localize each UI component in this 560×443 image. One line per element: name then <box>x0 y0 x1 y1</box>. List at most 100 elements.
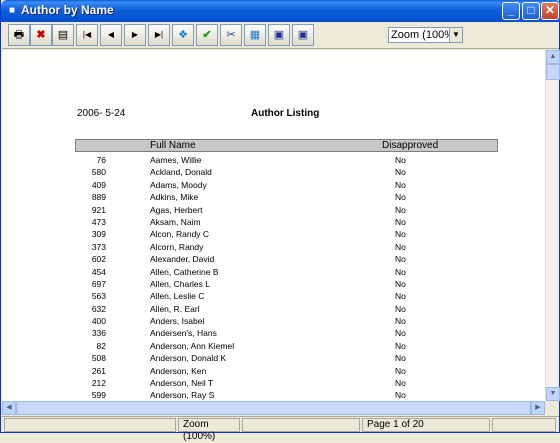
maximize-button[interactable]: □ <box>522 2 540 20</box>
row-disapproved: No <box>395 316 406 327</box>
horizontal-scroll-thumb[interactable] <box>16 401 531 415</box>
table-row: 602 Alexander, David No <box>2 253 545 265</box>
save-icon[interactable]: ▣ <box>268 24 290 46</box>
table-row: 563 Allen, Leslie C No <box>2 290 545 302</box>
row-disapproved: No <box>395 155 406 165</box>
status-zoom: Zoom (100%) <box>178 418 240 442</box>
table-row: 409 Adams, Moody No <box>2 179 545 191</box>
table-row: 76 Aames, Willie No <box>2 154 545 166</box>
app-icon: ■ <box>8 5 16 16</box>
first-page-icon[interactable]: |◀ <box>76 24 98 46</box>
close-button[interactable]: ✕ <box>541 2 559 20</box>
table-row: 82 Anderson, Ann Kiemel No <box>2 340 545 352</box>
row-id: 563 <box>91 291 106 302</box>
next-page-icon[interactable]: ▶ <box>124 24 146 46</box>
row-disapproved: No <box>395 229 406 240</box>
row-full-name: Anderson, Neil T <box>150 378 214 389</box>
row-id: 400 <box>91 316 106 327</box>
row-disapproved: No <box>395 254 406 265</box>
row-full-name: Allen, R. Earl <box>150 303 200 314</box>
horizontal-scrollbar[interactable]: ◀ ▶ <box>2 401 545 415</box>
checkmark-icon[interactable]: ✔ <box>196 24 218 46</box>
save-as-icon[interactable]: ▣ <box>292 24 314 46</box>
table-row: 632 Allen, R. Earl No <box>2 303 545 315</box>
table-row: 373 Alcorn, Randy No <box>2 241 545 253</box>
column-header-row: Full Name Disapproved <box>75 139 498 152</box>
table-row: 261 Anderson, Ken No <box>2 365 545 377</box>
row-id: 921 <box>91 204 106 215</box>
row-full-name: Anders, Isabel <box>150 316 205 327</box>
row-disapproved: No <box>395 353 406 364</box>
row-full-name: Anderson, Ken <box>150 365 207 376</box>
table-row: 697 Allen, Charles L No <box>2 278 545 290</box>
row-disapproved: No <box>395 204 406 215</box>
column-header-full-name: Full Name <box>150 140 196 151</box>
print-icon[interactable]: 🖶 <box>8 24 30 46</box>
vertical-scroll-thumb[interactable] <box>546 64 560 80</box>
row-full-name: Allen, Leslie C <box>150 291 205 302</box>
report-preview-window: ■ Author by Name _ □ ✕ 🖶 ✖ ▤ |◀ ◀ ▶ ▶| ❖… <box>0 0 560 442</box>
row-id: 454 <box>91 266 106 277</box>
vertical-scrollbar[interactable]: ▲ ▼ <box>545 50 560 401</box>
table-row: 889 Adkins, Mike No <box>2 191 545 203</box>
row-id: 409 <box>91 179 106 190</box>
row-disapproved: No <box>395 340 406 351</box>
status-page: Page 1 of 20 <box>362 418 490 432</box>
report-title: Author Listing <box>251 108 320 119</box>
scroll-right-icon[interactable]: ▶ <box>531 401 545 415</box>
window-title: Author by Name <box>21 3 114 17</box>
last-page-icon[interactable]: ▶| <box>148 24 170 46</box>
table-row: 309 Alcon, Randy C No <box>2 228 545 240</box>
zoom-select[interactable]: Zoom (100%) ▼ <box>388 27 463 43</box>
row-id: 697 <box>91 278 106 289</box>
row-full-name: Anderson, Ann Kiemel <box>150 340 235 351</box>
row-full-name: Alexander, David <box>150 254 215 265</box>
previous-page-icon[interactable]: ◀ <box>100 24 122 46</box>
row-full-name: Alcon, Randy C <box>150 229 210 240</box>
grid-icon[interactable]: ▦ <box>244 24 266 46</box>
row-id: 373 <box>91 241 106 252</box>
chevron-down-icon[interactable]: ▼ <box>449 28 462 42</box>
row-disapproved: No <box>395 378 406 389</box>
row-disapproved: No <box>395 303 406 314</box>
row-full-name: Allen, Catherine B <box>150 266 219 277</box>
table-row: 212 Anderson, Neil T No <box>2 377 545 389</box>
row-full-name: Anderson, Ray S <box>150 390 215 401</box>
report-page: 2006- 5-24 Author Listing Full Name Disa… <box>2 50 545 401</box>
row-id: 76 <box>96 155 106 165</box>
scroll-corner <box>545 401 559 415</box>
close-report-icon[interactable]: ✖ <box>30 24 52 46</box>
tools-icon[interactable]: ✂ <box>220 24 242 46</box>
table-row: 921 Agas, Herbert No <box>2 204 545 216</box>
row-full-name: Allen, Charles L <box>150 278 211 289</box>
row-full-name: Aksam, Naim <box>150 216 201 227</box>
row-full-name: Adams, Moody <box>150 179 207 190</box>
table-row: 580 Ackland, Donald No <box>2 166 545 178</box>
row-id: 599 <box>91 390 106 401</box>
row-disapproved: No <box>395 291 406 302</box>
table-row: 473 Aksam, Naim No <box>2 216 545 228</box>
status-bar: Zoom (100%) Page 1 of 20 <box>2 416 559 442</box>
row-disapproved: No <box>395 390 406 401</box>
scroll-down-icon[interactable]: ▼ <box>546 387 560 401</box>
column-header-disapproved: Disapproved <box>382 140 439 151</box>
scroll-left-icon[interactable]: ◀ <box>2 401 16 415</box>
row-disapproved: No <box>395 179 406 190</box>
scroll-up-icon[interactable]: ▲ <box>546 50 560 64</box>
row-id: 82 <box>96 340 106 351</box>
row-id: 336 <box>91 328 106 339</box>
row-disapproved: No <box>395 365 406 376</box>
row-full-name: Aames, Willie <box>150 155 202 165</box>
zoom-value: Zoom (100%) <box>391 29 458 41</box>
table-row: 336 Andersen's, Hans No <box>2 327 545 339</box>
title-bar[interactable]: ■ Author by Name _ □ ✕ <box>1 0 560 22</box>
print-setup-icon[interactable]: ▤ <box>52 24 74 46</box>
minimize-button[interactable]: _ <box>502 2 520 20</box>
export-icon[interactable]: ❖ <box>172 24 194 46</box>
row-disapproved: No <box>395 266 406 277</box>
row-full-name: Anderson, Donald K <box>150 353 227 364</box>
report-rows: 76 Aames, Willie No 580 Ackland, Donald No 409… <box>2 154 545 401</box>
row-id: 309 <box>91 229 106 240</box>
row-id: 580 <box>91 167 106 178</box>
row-full-name: Adkins, Mike <box>150 192 199 203</box>
